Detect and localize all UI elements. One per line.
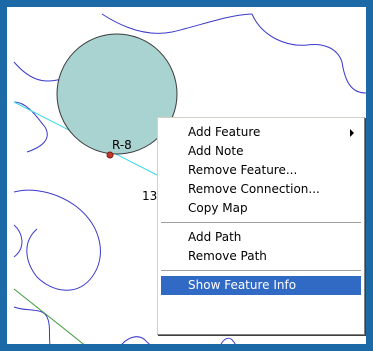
menu-separator (161, 222, 361, 224)
menu-item-label: Remove Path (188, 249, 267, 263)
green-line (364, 334, 366, 337)
green-line (13, 288, 85, 344)
menu-item-add-path[interactable]: Add Path (161, 228, 361, 247)
feature-label: R-8 (112, 138, 132, 152)
menu-item-show-feature-info[interactable]: Show Feature Info (161, 276, 361, 295)
menu-item-label: Add Note (188, 144, 244, 158)
menu-item-label: Remove Feature... (188, 163, 298, 177)
contour-line (13, 189, 101, 291)
contour-line (306, 44, 366, 94)
menu-item-label: Show Feature Info (188, 278, 297, 292)
menu-item-add-feature[interactable]: Add Feature (161, 123, 361, 142)
contour-line (121, 336, 150, 344)
contour-line (251, 13, 308, 46)
menu-item-remove-feature[interactable]: Remove Feature... (161, 161, 361, 180)
cyan-connection-line (364, 126, 366, 128)
menu-item-label: Copy Map (188, 201, 248, 215)
contour-line (13, 101, 48, 153)
menu-item-copy-map[interactable]: Copy Map (161, 199, 361, 218)
contour-line (101, 13, 253, 34)
feature-point (106, 151, 114, 159)
menu-item-label: Remove Connection... (188, 182, 320, 196)
menu-item-add-note[interactable]: Add Note (161, 142, 361, 161)
submenu-arrow-icon (350, 129, 354, 137)
menu-item-label: Add Path (188, 230, 242, 244)
menu-item-label: Add Feature (188, 125, 261, 139)
context-menu: Add Feature Add Note Remove Feature... R… (157, 117, 365, 335)
menu-separator (161, 270, 361, 272)
menu-item-remove-connection[interactable]: Remove Connection... (161, 180, 361, 199)
contour-line (13, 306, 51, 344)
contour-line (13, 224, 23, 258)
contour-line (220, 337, 236, 344)
map-window: R-8 13 Add Feature Add Note Remove Featu… (0, 0, 373, 351)
menu-item-remove-path[interactable]: Remove Path (161, 247, 361, 266)
feature-partial-label: 13 (142, 189, 158, 203)
